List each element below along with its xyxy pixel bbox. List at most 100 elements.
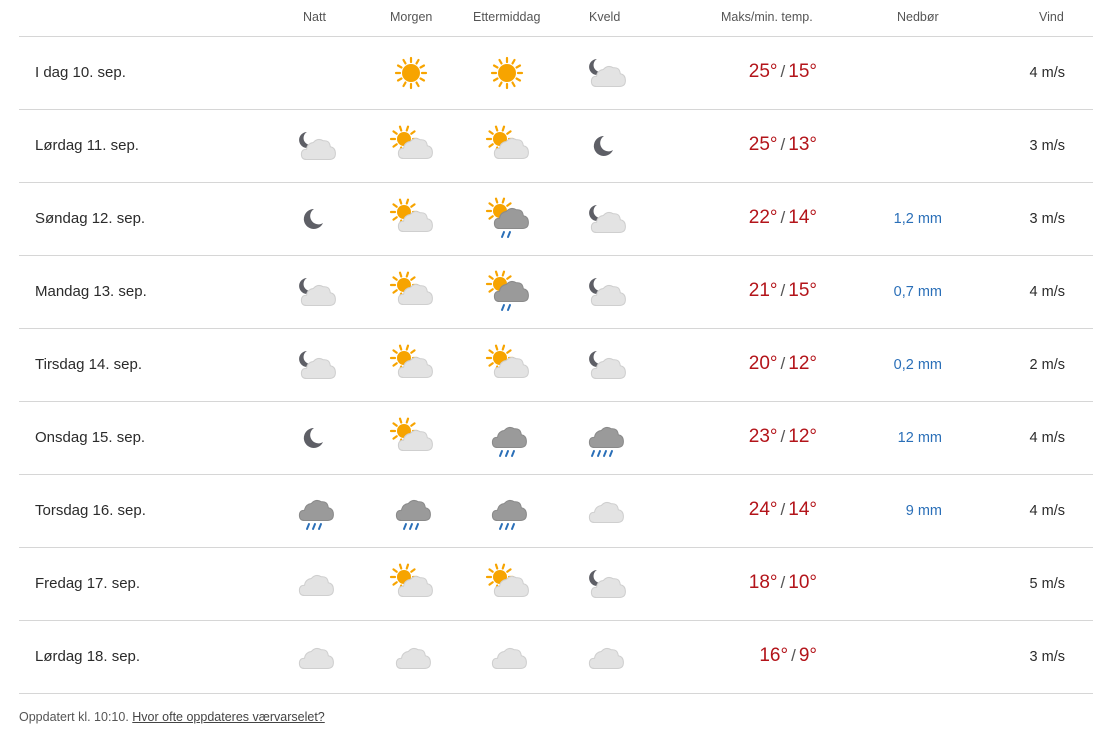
- max-temp: 16°: [759, 645, 789, 666]
- temperature: 21°/15°: [749, 280, 817, 302]
- min-temp: 14°: [788, 207, 817, 228]
- temperature: 24°/14°: [749, 499, 817, 521]
- moon-cloud-icon: [292, 270, 336, 314]
- wind-speed: 3 m/s: [1029, 211, 1065, 227]
- day-label: Torsdag 16. sep.: [35, 502, 146, 519]
- day-label: I dag 10. sep.: [35, 64, 126, 81]
- moon-cloud-icon: [582, 197, 626, 241]
- min-temp: 10°: [788, 572, 817, 593]
- sun-cloud-icon: [485, 562, 529, 606]
- forecast-row[interactable]: Onsdag 15. sep. 23°/12° 12 mm 4 m/s: [19, 402, 1093, 475]
- day-label: Onsdag 15. sep.: [35, 429, 146, 446]
- forecast-row[interactable]: Fredag 17. sep. 18°/10° 5 m/s: [19, 548, 1093, 621]
- heavy-rain-icon: [582, 416, 626, 460]
- sun-rain-icon: [485, 270, 529, 314]
- wind-speed: 4 m/s: [1029, 65, 1065, 81]
- precipitation: 0,7 mm: [893, 284, 942, 300]
- forecast-row[interactable]: I dag 10. sep. 25°/15° 4 m/s: [19, 37, 1093, 110]
- temperature: 18°/10°: [749, 572, 817, 594]
- temperature: 25°/13°: [749, 134, 817, 156]
- sun-icon: [389, 51, 433, 95]
- update-frequency-link[interactable]: Hvor ofte oppdateres værvarselet?: [132, 710, 324, 724]
- moon-cloud-icon: [292, 124, 336, 168]
- max-temp: 23°: [748, 426, 778, 447]
- min-temp: 12°: [788, 426, 817, 447]
- min-temp: 14°: [788, 499, 817, 520]
- forecast-row[interactable]: Mandag 13. sep. 21°/15° 0,7 mm 4 m/s: [19, 256, 1093, 329]
- min-temp: 13°: [788, 134, 817, 155]
- temp-separator: /: [780, 62, 786, 81]
- sun-cloud-icon: [389, 562, 433, 606]
- temperature: 16°/9°: [759, 645, 817, 667]
- sun-cloud-icon: [389, 343, 433, 387]
- sun-rain-icon: [485, 197, 529, 241]
- sun-cloud-icon: [485, 343, 529, 387]
- sun-icon: [485, 51, 529, 95]
- sun-cloud-icon: [389, 416, 433, 460]
- precipitation: 1,2 mm: [893, 211, 942, 227]
- min-temp: 15°: [788, 280, 817, 301]
- cloud-icon: [389, 635, 433, 679]
- header-precip: Nedbør: [897, 10, 939, 24]
- header-morgen: Morgen: [390, 10, 433, 24]
- temperature: 22°/14°: [749, 207, 817, 229]
- precipitation: 12 mm: [897, 430, 942, 446]
- forecast-row[interactable]: Søndag 12. sep. 22°/14° 1,2 mm 3 m/s: [19, 183, 1093, 256]
- header-kveld: Kveld: [589, 10, 621, 24]
- day-label: Fredag 17. sep.: [35, 575, 141, 592]
- min-temp: 9°: [798, 645, 817, 666]
- moon-icon: [292, 416, 336, 460]
- moon-icon: [292, 197, 336, 241]
- temp-separator: /: [780, 573, 786, 592]
- precipitation: 0,2 mm: [893, 357, 942, 373]
- forecast-table: Natt Morgen Ettermiddag Kveld Maks/min. …: [19, 0, 1093, 694]
- day-label: Søndag 12. sep.: [35, 210, 146, 227]
- rain-cloud-icon: [389, 489, 433, 533]
- max-temp: 18°: [748, 572, 778, 593]
- updated-text: Oppdatert kl. 10:10.: [19, 710, 129, 724]
- cloud-icon: [292, 635, 336, 679]
- day-label: Mandag 13. sep.: [35, 283, 147, 300]
- wind-speed: 5 m/s: [1029, 576, 1065, 592]
- wind-speed: 4 m/s: [1029, 503, 1065, 519]
- day-label: Lørdag 18. sep.: [35, 648, 141, 665]
- moon-cloud-icon: [582, 562, 626, 606]
- forecast-row[interactable]: Torsdag 16. sep. 24°/14° 9 mm 4 m/s: [19, 475, 1093, 548]
- temp-separator: /: [791, 646, 796, 665]
- max-temp: 21°: [748, 280, 778, 301]
- cloud-icon: [292, 562, 336, 606]
- sun-cloud-icon: [389, 124, 433, 168]
- rain-cloud-icon: [485, 489, 529, 533]
- max-temp: 22°: [748, 207, 778, 228]
- wind-speed: 3 m/s: [1029, 138, 1065, 154]
- footer: Oppdatert kl. 10:10. Hvor ofte oppdatere…: [19, 710, 325, 724]
- temp-separator: /: [780, 281, 786, 300]
- forecast-row[interactable]: Tirsdag 14. sep. 20°/12° 0,2 mm 2 m/s: [19, 329, 1093, 402]
- cloud-icon: [485, 635, 529, 679]
- moon-cloud-icon: [582, 270, 626, 314]
- header-ettermiddag: Ettermiddag: [473, 10, 541, 24]
- temp-separator: /: [780, 354, 786, 373]
- forecast-rows: I dag 10. sep. 25°/15° 4 m/s Lørdag 11. se…: [19, 37, 1093, 694]
- sun-cloud-icon: [485, 124, 529, 168]
- min-temp: 12°: [788, 353, 817, 374]
- cloud-icon: [582, 635, 626, 679]
- rain-cloud-icon: [485, 416, 529, 460]
- header-wind: Vind: [1039, 10, 1064, 24]
- wind-speed: 3 m/s: [1029, 649, 1065, 665]
- moon-cloud-icon: [582, 343, 626, 387]
- min-temp: 15°: [788, 61, 817, 82]
- temperature: 23°/12°: [749, 426, 817, 448]
- forecast-row[interactable]: Lørdag 11. sep. 25°/13° 3 m/s: [19, 110, 1093, 183]
- temperature: 25°/15°: [749, 61, 817, 83]
- forecast-row[interactable]: Lørdag 18. sep. 16°/9° 3 m/s: [19, 621, 1093, 694]
- max-temp: 24°: [748, 499, 778, 520]
- temperature: 20°/12°: [749, 353, 817, 375]
- wind-speed: 4 m/s: [1029, 284, 1065, 300]
- day-label: Lørdag 11. sep.: [35, 137, 139, 154]
- max-temp: 25°: [748, 134, 778, 155]
- wind-speed: 2 m/s: [1029, 357, 1065, 373]
- moon-cloud-icon: [292, 343, 336, 387]
- rain-cloud-icon: [292, 489, 336, 533]
- moon-cloud-icon: [582, 51, 626, 95]
